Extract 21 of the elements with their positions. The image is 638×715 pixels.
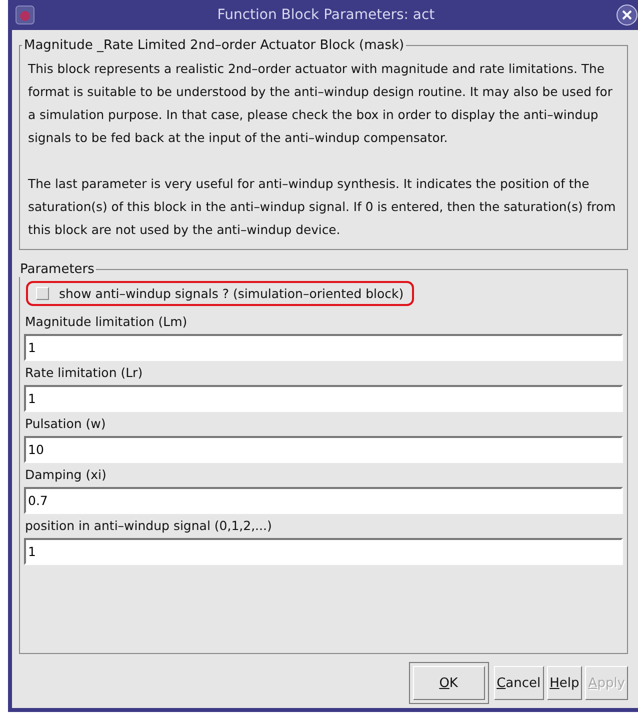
checkbox-label[interactable]: show anti–windup signals ? (simulation–oriented block) — [59, 286, 404, 301]
field-label: Rate limitation (Lr) — [25, 365, 144, 380]
window-title: Function Block Parameters: act — [216, 7, 436, 23]
checkbox[interactable] — [36, 287, 49, 300]
input-field[interactable]: 1 — [24, 334, 623, 361]
input-field[interactable]: 1 — [24, 385, 623, 412]
field-label: Magnitude limitation (Lm) — [25, 314, 188, 329]
panel-title: Magnitude _Rate Limited 2nd–order Actuator Block (mask) — [23, 38, 406, 53]
input-field[interactable]: 10 — [24, 436, 623, 463]
field-label: Pulsation (w) — [25, 416, 107, 431]
dialog-button[interactable]: Cancel — [494, 666, 544, 700]
input-field[interactable]: 1 — [24, 538, 623, 565]
app-icon — [14, 4, 36, 26]
input-field[interactable]: 0.7 — [24, 487, 623, 514]
description-text: This block represents a realistic 2nd–order actuator with magnitude and rate limitations. The format is suitable to be understood by the anti–windup design routine. It may also be used for a simulation purpose. In that case, please check the box in order to display the anti–windup signals to be fed back at the input of the anti–windup compensator. — [28, 60, 614, 147]
field-label: Damping (xi) — [25, 467, 108, 482]
description-text: The last parameter is very useful for anti–windup synthesis. It indicates the position of the saturation(s) of this block in the anti–windup signal. If 0 is entered, then the saturation(s) from this block are not used by the anti–windup device. — [28, 175, 617, 239]
panel-title: Parameters — [19, 262, 96, 277]
close-icon[interactable] — [616, 4, 638, 26]
dialog-button[interactable]: Help — [546, 666, 582, 700]
field-label: position in anti–windup signal (0,1,2,...) — [25, 518, 273, 533]
